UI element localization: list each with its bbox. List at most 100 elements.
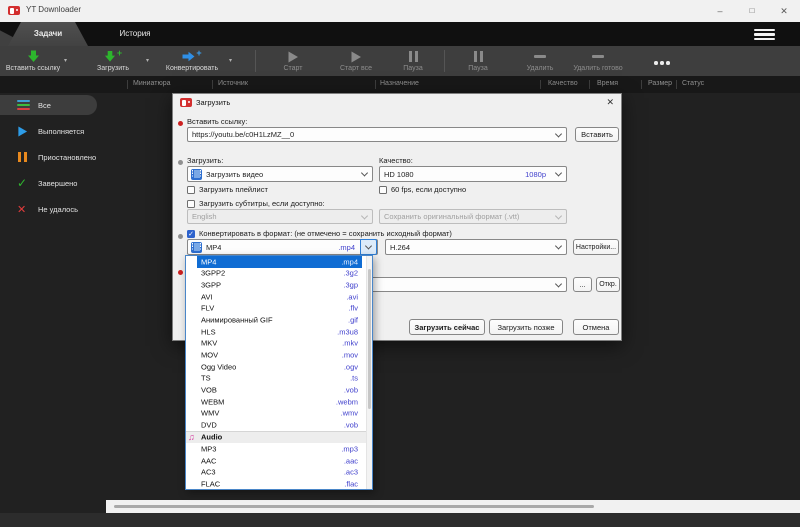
titlebar: YT Downloader – □ ✕ xyxy=(0,0,800,23)
format-option-mkv[interactable]: MKV .mkv xyxy=(186,337,372,349)
required-bullet xyxy=(178,121,183,126)
completed-check-icon: ✓ xyxy=(17,176,28,190)
minimize-button[interactable]: – xyxy=(704,0,736,22)
fps-checkbox[interactable] xyxy=(379,186,387,194)
film-icon xyxy=(191,168,202,180)
format-option-ac3[interactable]: AC3 .ac3 xyxy=(186,467,372,479)
fps-label: 60 fps, если доступно xyxy=(391,185,467,194)
sidebar-item-running[interactable]: Выполняется xyxy=(0,121,84,141)
chevron-down-icon[interactable] xyxy=(554,129,563,138)
download-later-button[interactable]: Загрузить позже xyxy=(489,319,563,335)
column-size[interactable]: Размер xyxy=(648,80,672,87)
format-option-mp3[interactable]: MP3 .mp3 xyxy=(186,443,372,455)
close-button[interactable]: ✕ xyxy=(768,0,800,22)
format-select[interactable]: MP4 .mp4 xyxy=(187,239,378,255)
column-quality[interactable]: Качество xyxy=(548,80,578,87)
maximize-button[interactable]: □ xyxy=(736,0,768,22)
dropdown-scrollbar[interactable] xyxy=(366,256,372,489)
chevron-down-icon[interactable] xyxy=(554,169,563,177)
format-option-hls[interactable]: HLS .m3u8 xyxy=(186,326,372,338)
download-now-button[interactable]: Загрузить сейчас xyxy=(409,319,485,335)
quality-label: Качество: xyxy=(379,156,413,165)
format-option-3gpp2[interactable]: 3GPP2.3g2 xyxy=(186,268,372,280)
playlist-checkbox[interactable] xyxy=(187,186,195,194)
dialog-titlebar: Загрузить ✕ xyxy=(173,94,621,112)
format-option-gif[interactable]: Анимированный GIF .gif xyxy=(186,314,372,326)
subtitle-language-select[interactable]: English xyxy=(187,209,373,224)
format-option-flv[interactable]: FLV .flv xyxy=(186,303,372,315)
format-option-dvd[interactable]: DVD .vob xyxy=(186,419,372,431)
column-thumbnail[interactable]: Миниатюра xyxy=(133,80,171,87)
column-time[interactable]: Время xyxy=(597,80,618,87)
pause-button[interactable]: Пауза xyxy=(384,46,442,76)
format-option-vob[interactable]: VOB .vob xyxy=(186,384,372,396)
sidebar-item-paused[interactable]: Приостановлено xyxy=(0,147,96,167)
format-option-ogg[interactable]: Ogg Video .ogv xyxy=(186,361,372,373)
toolbar-separator xyxy=(255,50,256,72)
convert-button[interactable]: + Конвертировать xyxy=(156,46,228,76)
required-bullet xyxy=(178,270,183,275)
chevron-down-icon xyxy=(360,211,369,220)
play-all-icon xyxy=(324,46,388,65)
download-button[interactable]: + Загрузить xyxy=(82,46,144,76)
convert-checkbox[interactable]: ✓ xyxy=(187,230,195,238)
audio-section-header: ♫ Audio xyxy=(186,430,372,444)
paste-link-button[interactable]: Вставить ссылку xyxy=(0,46,66,76)
browse-button[interactable]: ... xyxy=(573,277,592,292)
tab-tasks[interactable]: Задачи xyxy=(8,22,88,46)
sidebar-item-completed[interactable]: ✓ Завершено xyxy=(0,173,77,193)
pause-all-button[interactable]: Пауза xyxy=(449,46,507,76)
chevron-down-icon[interactable] xyxy=(360,169,369,177)
format-option-mov[interactable]: MOV .mov xyxy=(186,349,372,361)
format-option-aac[interactable]: AAC .aac xyxy=(186,455,372,467)
chevron-down-icon[interactable] xyxy=(554,279,563,288)
subtitles-label: Загрузить субтитры, если доступно: xyxy=(199,199,325,208)
dialog-title: Загрузить xyxy=(196,98,231,107)
format-option-ts[interactable]: TS .ts xyxy=(186,372,372,384)
more-options-icon xyxy=(642,46,682,78)
download-type-select[interactable]: Загрузить видео xyxy=(187,166,373,182)
music-note-icon: ♫ xyxy=(188,432,195,443)
download-arrow-icon xyxy=(0,46,66,65)
download-caret-icon[interactable]: ▾ xyxy=(146,57,149,64)
format-dropdown-button[interactable] xyxy=(360,239,377,255)
more-options-button[interactable] xyxy=(642,46,682,76)
format-option-avi[interactable]: AVI .avi xyxy=(186,291,372,303)
chevron-down-icon xyxy=(554,211,563,220)
horizontal-scrollbar[interactable] xyxy=(106,500,800,513)
delete-done-button[interactable]: Удалить готово xyxy=(556,46,640,76)
format-option-3gpp[interactable]: 3GPP .3gp xyxy=(186,279,372,291)
codec-select[interactable]: H.264 xyxy=(385,239,567,255)
format-option-mp4[interactable]: MP4 .mp4 xyxy=(186,256,372,268)
sidebar-item-failed[interactable]: ✕ Не удалось xyxy=(0,199,78,219)
settings-button[interactable]: Настройки... xyxy=(573,239,619,255)
scrollbar-thumb[interactable] xyxy=(114,505,594,508)
column-status[interactable]: Статус xyxy=(682,80,704,87)
toolbar-separator xyxy=(444,50,445,72)
column-destination[interactable]: Назначение xyxy=(380,80,419,87)
dialog-close-icon[interactable]: ✕ xyxy=(606,97,614,108)
format-option-flac[interactable]: FLAC .flac xyxy=(186,478,372,490)
sidebar-item-all[interactable]: Все xyxy=(0,95,97,115)
hamburger-menu-icon[interactable] xyxy=(754,29,775,40)
format-option-wmv[interactable]: WMV .wmv xyxy=(186,407,372,419)
failed-cross-icon: ✕ xyxy=(17,203,27,216)
open-folder-button[interactable]: Откр. xyxy=(596,277,620,292)
dropdown-scrollbar-thumb[interactable] xyxy=(368,269,371,409)
tab-history[interactable]: История xyxy=(95,22,175,46)
subtitles-checkbox[interactable] xyxy=(187,200,195,208)
section-bullet xyxy=(178,160,183,165)
convert-caret-icon[interactable]: ▾ xyxy=(229,57,232,64)
url-input[interactable]: https://youtu.be/c0H1LzMZ__0 xyxy=(187,127,567,142)
format-option-webm[interactable]: WEBM .webm xyxy=(186,396,372,408)
chevron-down-icon[interactable] xyxy=(554,242,563,250)
paste-button[interactable]: Вставить xyxy=(575,127,619,142)
column-source[interactable]: Источник xyxy=(218,80,248,87)
cancel-button[interactable]: Отмена xyxy=(573,319,619,335)
toolbar: Вставить ссылку ▾ + Загрузить ▾ + Конвер… xyxy=(0,46,800,76)
start-all-button[interactable]: Старт все xyxy=(324,46,388,76)
paste-link-caret-icon[interactable]: ▾ xyxy=(64,57,67,64)
quality-select[interactable]: HD 1080 1080p xyxy=(379,166,567,182)
subtitle-format-select[interactable]: Сохранить оригинальный формат (.vtt) xyxy=(379,209,567,224)
start-button[interactable]: Старт xyxy=(262,46,324,76)
